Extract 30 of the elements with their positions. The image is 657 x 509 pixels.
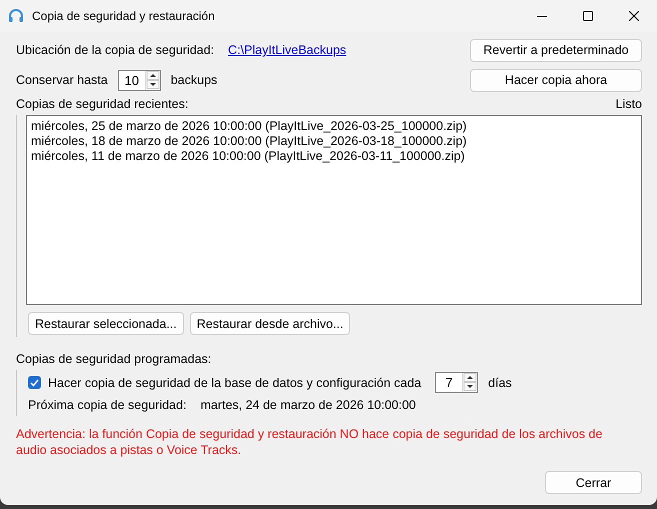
spin-up-icon[interactable] [146,70,160,80]
close-icon[interactable] [629,11,639,21]
location-label: Ubicación de la copia de seguridad: [16,43,214,57]
spin-down-icon[interactable] [463,382,478,391]
next-backup-value: martes, 24 de marzo de 2026 10:00:00 [200,398,416,412]
backup-list-item[interactable]: miércoles, 11 de marzo de 2026 10:00:00 (PlayItLive_2026-03-11_100000.zip) [31,149,637,164]
backup-path-link[interactable]: C:\PlayItLiveBackups [228,43,346,57]
restore-from-file-button[interactable]: Restaurar desde archivo... [190,312,350,335]
backup-now-button[interactable]: Hacer copia ahora [470,68,642,92]
revert-default-button[interactable]: Revertir a predeterminado [470,38,642,62]
headphones-icon [8,8,24,24]
window-title: Copia de seguridad y restauración [32,9,215,23]
checkbox-label[interactable]: Hacer copia de seguridad de la base de datos y configuración cada [48,376,422,390]
checkbox[interactable] [28,376,41,389]
maximize-icon[interactable] [583,11,593,21]
spin-down-icon[interactable] [146,80,160,88]
backup-list-item[interactable]: miércoles, 25 de marzo de 2026 10:00:00 (PlayItLive_2026-03-25_100000.zip) [31,119,637,134]
close-button[interactable]: Cerrar [545,471,642,494]
recent-backups-label: Copias de seguridad recientes: [16,97,188,111]
interval-unit: días [488,376,512,390]
spin-up-icon[interactable] [463,373,478,382]
next-backup-label: Próxima copia de seguridad: [28,398,186,412]
backup-list[interactable] [26,115,642,305]
status-text: Listo [616,97,642,111]
scheduled-label: Copias de seguridad programadas: [16,352,212,366]
backup-list-item[interactable]: miércoles, 18 de marzo de 2026 10:00:00 (PlayItLive_2026-03-18_100000.zip) [31,134,637,149]
restore-selected-button[interactable]: Restaurar seleccionada... [28,312,184,335]
keep-label: Conservar hasta [16,73,108,87]
keep-unit: backups [170,73,218,87]
warning-text: Advertencia: la función Copia de seguridad y restauración NO hace copia de seguridad de los archivos de audio asociados a pistas o Voice Tracks. [16,426,604,458]
